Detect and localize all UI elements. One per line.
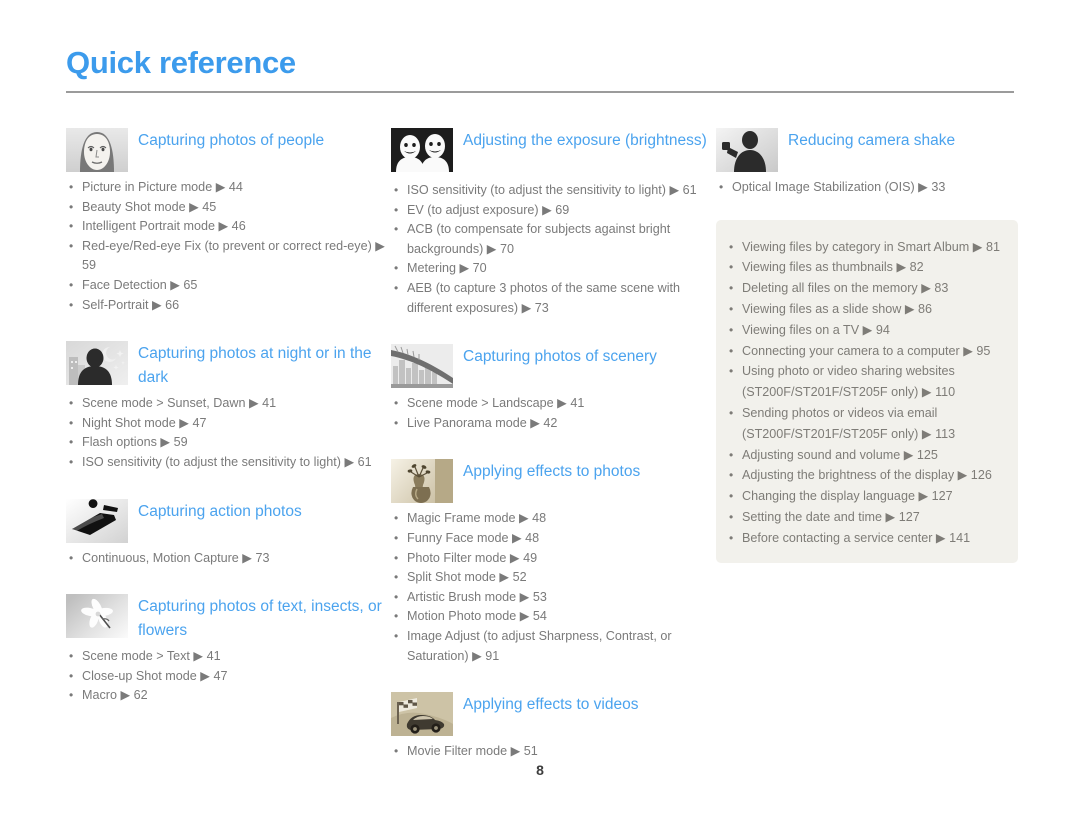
list-item[interactable]: Viewing files on a TV ▶ 94: [726, 320, 1004, 341]
list-item[interactable]: Viewing files by category in Smart Album…: [726, 237, 1004, 258]
section-header: Capturing photos at night or in the dark: [66, 339, 386, 390]
section-header: Adjusting the exposure (brightness): [391, 126, 711, 177]
list-item[interactable]: Viewing files as thumbnails ▶ 82: [726, 257, 1004, 278]
section-header: Applying effects to photos: [391, 457, 711, 505]
night-scene-icon: [66, 341, 128, 386]
two-faces-exposure-icon: [391, 128, 453, 172]
section-header: Reducing camera shake: [716, 126, 1018, 174]
list-item[interactable]: Movie Filter mode ▶ 51: [391, 742, 711, 762]
camera-shake-person-icon: [716, 128, 778, 172]
page-number: 8: [536, 762, 544, 778]
list-item[interactable]: Live Panorama mode ▶ 42: [391, 414, 711, 434]
list-item[interactable]: Before contacting a service center ▶ 141: [726, 528, 1004, 549]
section-item-list: Picture in Picture mode ▶ 44 Beauty Shot…: [66, 178, 386, 315]
list-item[interactable]: Setting the date and time ▶ 127: [726, 507, 1004, 528]
playback-and-settings-info-box: Viewing files by category in Smart Album…: [716, 219, 1018, 563]
list-item[interactable]: EV (to adjust exposure) ▶ 69: [391, 201, 711, 221]
list-item[interactable]: Close-up Shot mode ▶ 47: [66, 667, 386, 687]
flower-macro-icon: [66, 594, 128, 639]
list-item[interactable]: Changing the display language ▶ 127: [726, 486, 1004, 507]
list-item[interactable]: Connecting your camera to a computer ▶ 9…: [726, 341, 1004, 362]
section-header: Capturing photos of text, insects, or fl…: [66, 592, 386, 643]
section-item-list: Scene mode > Landscape ▶ 41 Live Panoram…: [391, 394, 711, 433]
list-item[interactable]: ISO sensitivity (to adjust the sensitivi…: [391, 181, 711, 201]
list-item[interactable]: Photo Filter mode ▶ 49: [391, 549, 711, 569]
column-3: Reducing camera shake Optical Image Stab…: [716, 126, 1018, 563]
list-item[interactable]: Optical Image Stabilization (OIS) ▶ 33: [716, 178, 1018, 198]
list-item[interactable]: Continuous, Motion Capture ▶ 73: [66, 549, 386, 569]
list-item[interactable]: Night Shot mode ▶ 47: [66, 414, 386, 434]
section-adjusting-the-exposure: Adjusting the exposure (brightness) ISO …: [391, 126, 711, 318]
section-header: Capturing photos of scenery: [391, 342, 711, 390]
section-capturing-action-photos: Capturing action photos Continuous, Moti…: [66, 497, 386, 569]
list-item[interactable]: Macro ▶ 62: [66, 686, 386, 706]
section-item-list: Movie Filter mode ▶ 51: [391, 742, 711, 762]
section-item-list: Optical Image Stabilization (OIS) ▶ 33: [716, 178, 1018, 198]
list-item[interactable]: Funny Face mode ▶ 48: [391, 529, 711, 549]
list-item[interactable]: Self-Portrait ▶ 66: [66, 296, 386, 316]
section-applying-effects-to-videos: Applying effects to videos Movie Filter …: [391, 690, 711, 762]
list-item[interactable]: ACB (to compensate for subjects against …: [391, 220, 711, 259]
section-item-list: Magic Frame mode ▶ 48 Funny Face mode ▶ …: [391, 509, 711, 666]
list-item[interactable]: AEB (to capture 3 photos of the same sce…: [391, 279, 711, 318]
list-item[interactable]: Scene mode > Landscape ▶ 41: [391, 394, 711, 414]
section-capturing-photos-of-text-insects-flowers: Capturing photos of text, insects, or fl…: [66, 592, 386, 706]
column-1: Capturing photos of people Picture in Pi…: [66, 126, 386, 708]
list-item[interactable]: Adjusting sound and volume ▶ 125: [726, 445, 1004, 466]
snowboarder-action-icon: [66, 498, 128, 543]
list-item[interactable]: Intelligent Portrait mode ▶ 46: [66, 217, 386, 237]
section-applying-effects-to-photos: Applying effects to photos Magic Frame m…: [391, 457, 711, 666]
section-reducing-camera-shake: Reducing camera shake Optical Image Stab…: [716, 126, 1018, 198]
list-item[interactable]: Split Shot mode ▶ 52: [391, 568, 711, 588]
section-item-list: Continuous, Motion Capture ▶ 73: [66, 549, 386, 569]
list-item[interactable]: ISO sensitivity (to adjust the sensitivi…: [66, 453, 386, 473]
section-header: Capturing photos of people: [66, 126, 386, 174]
list-item[interactable]: Motion Photo mode ▶ 54: [391, 607, 711, 627]
column-2: Adjusting the exposure (brightness) ISO …: [391, 126, 711, 764]
section-header: Capturing action photos: [66, 497, 386, 545]
list-item[interactable]: Artistic Brush mode ▶ 53: [391, 588, 711, 608]
list-item[interactable]: Adjusting the brightness of the display …: [726, 465, 1004, 486]
vase-effects-icon: [391, 459, 453, 504]
list-item[interactable]: Scene mode > Sunset, Dawn ▶ 41: [66, 394, 386, 414]
list-item[interactable]: Scene mode > Text ▶ 41: [66, 647, 386, 667]
section-capturing-photos-of-people: Capturing photos of people Picture in Pi…: [66, 126, 386, 315]
list-item[interactable]: Beauty Shot mode ▶ 45: [66, 198, 386, 218]
bridge-scenery-icon: [391, 344, 453, 389]
race-car-video-icon: [391, 692, 453, 737]
section-header: Applying effects to videos: [391, 690, 711, 738]
section-capturing-photos-at-night: Capturing photos at night or in the dark…: [66, 339, 386, 472]
list-item[interactable]: Face Detection ▶ 65: [66, 276, 386, 296]
list-item[interactable]: Sending photos or videos via email (ST20…: [726, 403, 1004, 445]
section-item-list: Scene mode > Sunset, Dawn ▶ 41 Night Sho…: [66, 394, 386, 472]
quick-reference-page: Quick reference Capturing photos of peop…: [0, 0, 1080, 815]
section-item-list: Scene mode > Text ▶ 41 Close-up Shot mod…: [66, 647, 386, 706]
section-item-list: ISO sensitivity (to adjust the sensitivi…: [391, 181, 711, 318]
list-item[interactable]: Using photo or video sharing websites (S…: [726, 361, 1004, 403]
list-item[interactable]: Viewing files as a slide show ▶ 86: [726, 299, 1004, 320]
portrait-face-icon: [66, 128, 128, 172]
list-item[interactable]: Metering ▶ 70: [391, 259, 711, 279]
list-item[interactable]: Red-eye/Red-eye Fix (to prevent or corre…: [66, 237, 386, 276]
list-item[interactable]: Magic Frame mode ▶ 48: [391, 509, 711, 529]
info-box-item-list: Viewing files by category in Smart Album…: [726, 237, 1004, 549]
list-item[interactable]: Flash options ▶ 59: [66, 433, 386, 453]
list-item[interactable]: Image Adjust (to adjust Sharpness, Contr…: [391, 627, 711, 666]
list-item[interactable]: Deleting all files on the memory ▶ 83: [726, 278, 1004, 299]
section-capturing-photos-of-scenery: Capturing photos of scenery Scene mode >…: [391, 342, 711, 433]
title-divider: [66, 91, 1014, 93]
page-title: Quick reference: [66, 45, 296, 80]
list-item[interactable]: Picture in Picture mode ▶ 44: [66, 178, 386, 198]
